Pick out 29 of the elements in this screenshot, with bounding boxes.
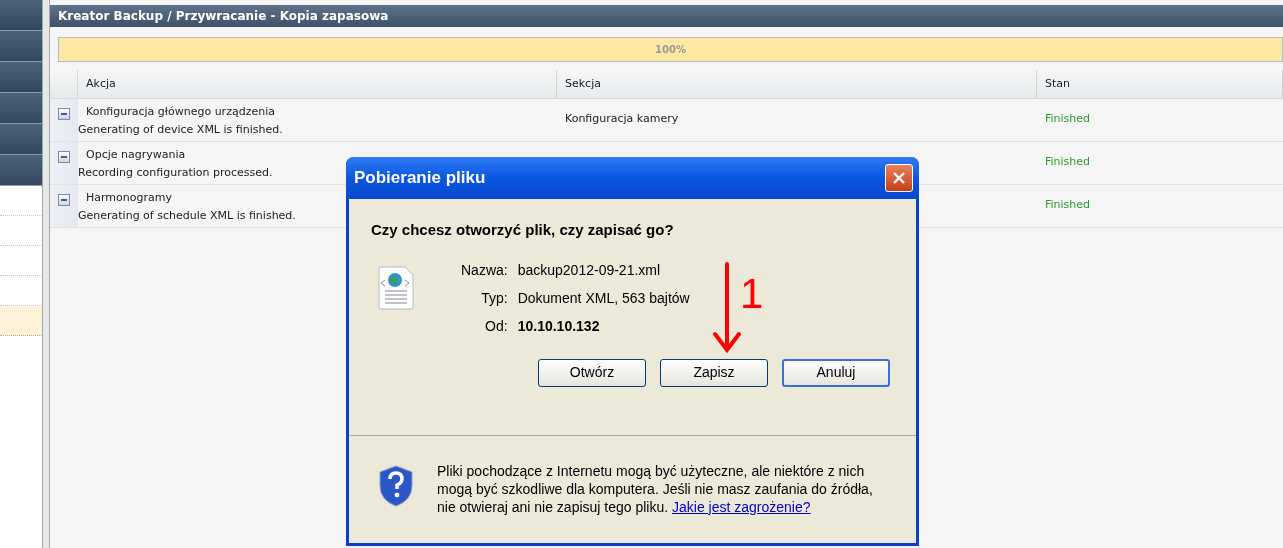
status-text: Finished <box>1045 155 1091 168</box>
dialog-question: Czy chcesz otworzyć plik, czy zapisać go? <box>371 220 675 240</box>
column-header[interactable]: Akcja <box>78 70 557 98</box>
status-text: Finished <box>1045 198 1091 211</box>
action-name: Harmonogramy <box>86 191 173 205</box>
column-header[interactable]: Sekcja <box>557 70 1037 98</box>
status-text: Finished <box>1045 112 1091 125</box>
action-detail: Recording configuration processed. <box>78 166 273 180</box>
field-value: backup2012-09-21.xml <box>517 260 662 280</box>
action-detail: Generating of device XML is finished. <box>78 123 283 137</box>
field-value: Dokument XML, 563 bajtów <box>517 288 690 308</box>
panel-title: Kreator Backup / Przywracanie - Kopia zapasowa <box>58 8 389 25</box>
dialog-button[interactable]: Anuluj <box>782 358 890 387</box>
dialog-title: Pobieranie pliku <box>354 167 486 190</box>
action-name: Konfiguracja głównego urządzenia <box>86 105 276 119</box>
field-label: Nazwa: <box>461 260 508 280</box>
progress-reading: 100% <box>655 43 686 57</box>
column-header[interactable]: Stan <box>1037 70 1283 98</box>
field-label: Typ: <box>480 288 508 308</box>
security-warning: Pliki pochodzące z Internetu mogą być użyteczne, ale niektóre z nich mogą być szkodliwe dla komputera. Jeśli nie masz zaufania do źródła, nie otwieraj ani nie zapisuj tego pliku. Jakie jest zagrożenie? <box>437 461 874 516</box>
action-detail: Generating of schedule XML is finished. <box>78 209 296 223</box>
field-value: 10.10.10.132 <box>517 316 601 336</box>
risk-link[interactable]: Jakie jest zagrożenie? <box>672 498 811 515</box>
table-cell: Konfiguracja kamery <box>565 112 679 125</box>
dialog-button[interactable]: Zapisz <box>660 358 768 387</box>
action-name: Opcje nagrywania <box>86 148 187 162</box>
dialog-button[interactable]: Otwórz <box>538 358 646 387</box>
annotation-number: 1 <box>740 273 764 315</box>
field-label: Od: <box>484 316 508 336</box>
